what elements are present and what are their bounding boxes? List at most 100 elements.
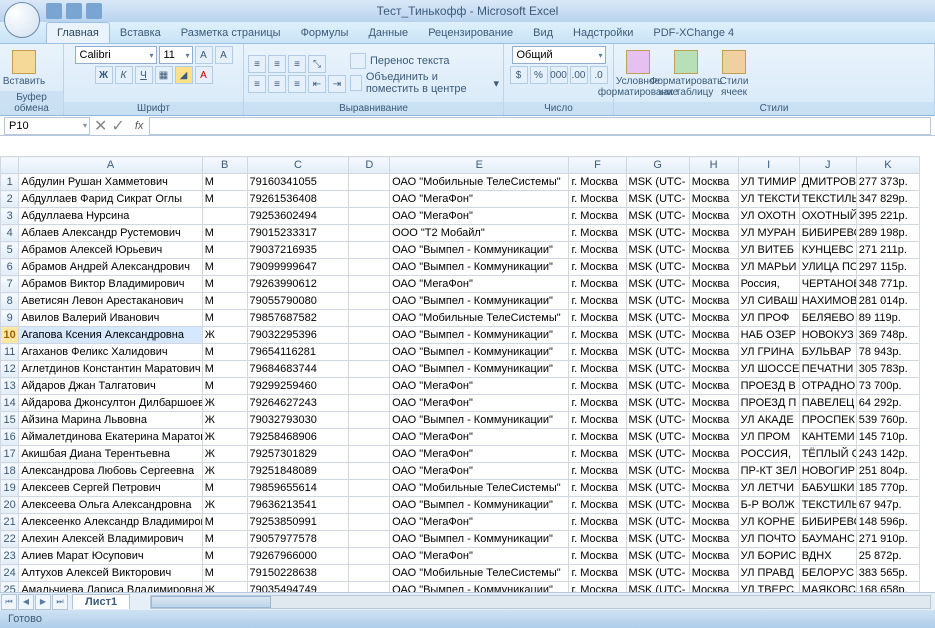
table-row[interactable]: 9Авилов Валерий ИвановичМ79857687582ОАО … <box>1 310 920 327</box>
row-header[interactable]: 5 <box>1 242 19 259</box>
table-row[interactable]: 3Абдуллаева Нурсина79253602494ОАО "МегаФ… <box>1 208 920 225</box>
row-header[interactable]: 8 <box>1 293 19 310</box>
row-header[interactable]: 11 <box>1 344 19 361</box>
orientation-icon[interactable]: ⤡ <box>308 55 326 73</box>
align-center-icon[interactable]: ≡ <box>268 75 286 93</box>
bold-button[interactable]: Ж <box>95 66 113 84</box>
column-header[interactable]: G <box>626 157 689 174</box>
row-header[interactable]: 14 <box>1 395 19 412</box>
row-header[interactable]: 23 <box>1 548 19 565</box>
ribbon-tab[interactable]: Данные <box>358 23 418 43</box>
row-header[interactable]: 2 <box>1 191 19 208</box>
enter-icon[interactable]: ✓ <box>111 116 124 136</box>
row-header[interactable]: 17 <box>1 446 19 463</box>
office-button[interactable] <box>4 2 40 38</box>
table-row[interactable]: 22Алехин Алексей ВладимировичМ7905797757… <box>1 531 920 548</box>
row-header[interactable]: 9 <box>1 310 19 327</box>
scroll-thumb[interactable] <box>151 596 271 608</box>
align-top-icon[interactable]: ≡ <box>248 55 266 73</box>
row-header[interactable]: 13 <box>1 378 19 395</box>
qat-undo-icon[interactable] <box>66 3 82 19</box>
paste-button[interactable]: Вставить <box>4 50 44 87</box>
table-row[interactable]: 25Амальчиева Лариса ВладимировнаЖ7903549… <box>1 582 920 593</box>
sheet-nav-next-icon[interactable]: ▶ <box>35 594 51 610</box>
underline-button[interactable]: Ч <box>135 66 153 84</box>
currency-icon[interactable]: $ <box>510 66 528 84</box>
table-row[interactable]: 20Алексеева Ольга АлександровнаЖ79636213… <box>1 497 920 514</box>
column-header[interactable]: C <box>247 157 349 174</box>
column-header[interactable]: H <box>689 157 738 174</box>
fx-icon[interactable]: fx <box>135 120 144 132</box>
column-header[interactable]: I <box>738 157 799 174</box>
table-row[interactable]: 1Абдулин Рушан ХамметовичМ79160341055ОАО… <box>1 174 920 191</box>
indent-dec-icon[interactable]: ⇤ <box>308 75 326 93</box>
qat-save-icon[interactable] <box>46 3 62 19</box>
font-name-combo[interactable]: Calibri <box>75 46 157 64</box>
row-header[interactable]: 12 <box>1 361 19 378</box>
table-row[interactable]: 7Абрамов Виктор ВладимировичМ79263990612… <box>1 276 920 293</box>
sheet-tab[interactable]: Лист1 <box>72 594 130 609</box>
ribbon-tab[interactable]: Разметка страницы <box>171 23 291 43</box>
cell-styles-button[interactable]: Стили ячеек <box>714 50 754 98</box>
column-header[interactable]: K <box>856 157 919 174</box>
row-header[interactable]: 3 <box>1 208 19 225</box>
align-right-icon[interactable]: ≡ <box>288 75 306 93</box>
row-header[interactable]: 22 <box>1 531 19 548</box>
name-box[interactable]: P10 <box>4 117 90 135</box>
table-row[interactable]: 18Александрова Любовь СергеевнаЖ79251848… <box>1 463 920 480</box>
ribbon-tab[interactable]: Надстройки <box>563 23 643 43</box>
shrink-font-icon[interactable]: A <box>215 46 233 64</box>
qat-redo-icon[interactable] <box>86 3 102 19</box>
table-row[interactable]: 16Аймалетдинова Екатерина МаратовЖ792584… <box>1 429 920 446</box>
column-header[interactable]: J <box>799 157 856 174</box>
table-row[interactable]: 5Абрамов Алексей ЮрьевичМ79037216935ОАО … <box>1 242 920 259</box>
table-row[interactable]: 24Алтухов Алексей ВикторовичМ79150228638… <box>1 565 920 582</box>
align-left-icon[interactable]: ≡ <box>248 75 266 93</box>
table-row[interactable]: 21Алексеенко Александр ВладимировичМ7925… <box>1 514 920 531</box>
row-header[interactable]: 25 <box>1 582 19 593</box>
select-all-corner[interactable] <box>1 157 19 174</box>
row-header[interactable]: 20 <box>1 497 19 514</box>
row-header[interactable]: 1 <box>1 174 19 191</box>
table-row[interactable]: 6Абрамов Андрей АлександровичМ7909999964… <box>1 259 920 276</box>
table-row[interactable]: 2Абдуллаев Фарид Сикрат ОглыМ79261536408… <box>1 191 920 208</box>
row-header[interactable]: 18 <box>1 463 19 480</box>
table-row[interactable]: 15Айзина Марина ЛьвовнаЖ79032793030ОАО "… <box>1 412 920 429</box>
inc-dec-icon[interactable]: .00 <box>570 66 588 84</box>
grow-font-icon[interactable]: A <box>195 46 213 64</box>
table-row[interactable]: 10Агапова Ксения АлександровнаЖ790322953… <box>1 327 920 344</box>
row-header[interactable]: 6 <box>1 259 19 276</box>
format-table-button[interactable]: Форматировать как таблицу <box>666 50 706 98</box>
comma-icon[interactable]: 000 <box>550 66 568 84</box>
merge-center-button[interactable]: Объединить и поместить в центре ▾ <box>350 71 499 95</box>
row-header[interactable]: 15 <box>1 412 19 429</box>
row-header[interactable]: 16 <box>1 429 19 446</box>
column-header[interactable]: A <box>19 157 202 174</box>
column-header[interactable]: B <box>202 157 247 174</box>
percent-icon[interactable]: % <box>530 66 548 84</box>
cancel-icon[interactable]: ✕ <box>94 116 107 136</box>
column-header[interactable]: E <box>390 157 569 174</box>
number-format-combo[interactable]: Общий <box>512 46 606 64</box>
table-row[interactable]: 11Агаханов Феликс ХалидовичМ79654116281О… <box>1 344 920 361</box>
italic-button[interactable]: К <box>115 66 133 84</box>
row-header[interactable]: 10 <box>1 327 19 344</box>
table-row[interactable]: 17Акишбая Диана ТерентьевнаЖ79257301829О… <box>1 446 920 463</box>
row-header[interactable]: 21 <box>1 514 19 531</box>
ribbon-tab[interactable]: Рецензирование <box>418 23 523 43</box>
fill-color-button[interactable]: ◢ <box>175 66 193 84</box>
table-row[interactable]: 23Алиев Марат ЮсуповичМ79267966000ОАО "М… <box>1 548 920 565</box>
border-button[interactable]: ▦ <box>155 66 173 84</box>
table-row[interactable]: 12Аглетдинов Константин МаратовичМ796846… <box>1 361 920 378</box>
ribbon-tab[interactable]: PDF-XChange 4 <box>643 23 744 43</box>
sheet-nav-prev-icon[interactable]: ◀ <box>18 594 34 610</box>
font-color-button[interactable]: A <box>195 66 213 84</box>
formula-input[interactable] <box>149 117 931 135</box>
row-header[interactable]: 24 <box>1 565 19 582</box>
column-header[interactable]: D <box>349 157 390 174</box>
align-bot-icon[interactable]: ≡ <box>288 55 306 73</box>
column-header[interactable]: F <box>569 157 626 174</box>
worksheet-grid[interactable]: ABCDEFGHIJK1Абдулин Рушан ХамметовичМ791… <box>0 156 935 592</box>
sheet-nav-last-icon[interactable]: ⏭ <box>52 594 68 610</box>
wrap-text-button[interactable]: Перенос текста <box>350 53 499 69</box>
